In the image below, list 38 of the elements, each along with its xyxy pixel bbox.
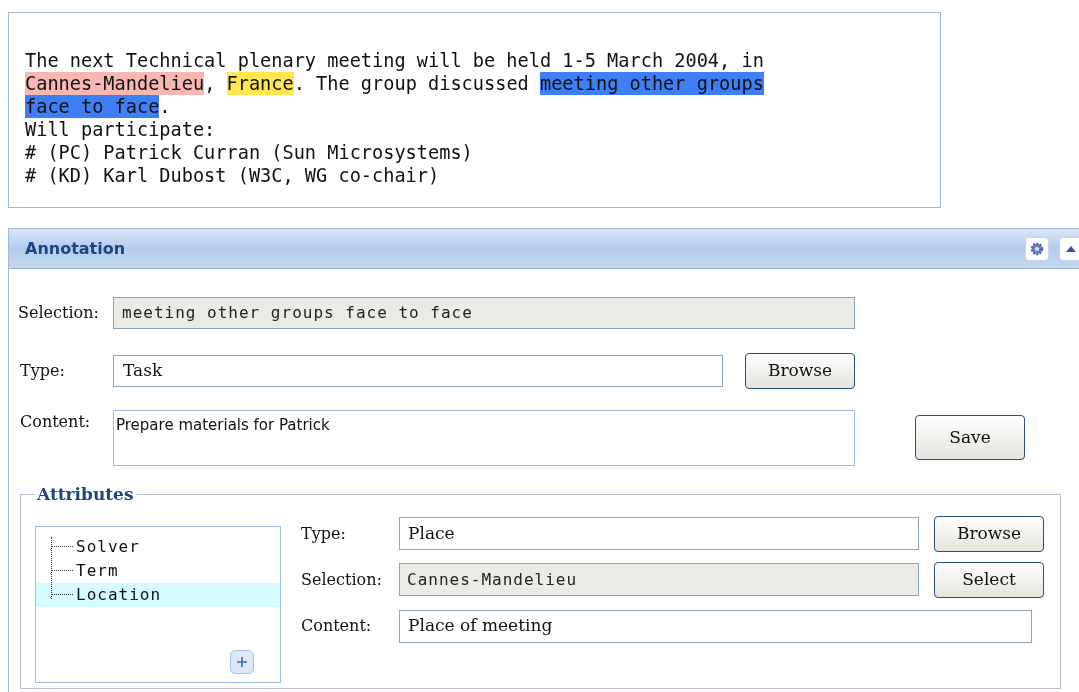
tree-item-label: Solver bbox=[76, 535, 140, 558]
collapse-icon[interactable] bbox=[1059, 236, 1079, 261]
tree-item[interactable]: Term bbox=[36, 558, 280, 583]
highlighted-text: meeting other groups bbox=[539, 72, 764, 95]
document-text: Will participate: bbox=[25, 118, 216, 141]
document-text: . The group discussed bbox=[293, 72, 530, 95]
group-title: Attributes bbox=[36, 483, 135, 506]
highlighted-text: Cannes-Mandelieu bbox=[25, 72, 205, 95]
document-text: # (KD) Karl Dubost (W3C, WG co-chair) bbox=[25, 164, 440, 187]
document-text: # (PC) Patrick Curran (Sun Microsystems) bbox=[25, 141, 473, 164]
field-label: Content: bbox=[19, 411, 92, 433]
field-label: Content: bbox=[301, 615, 373, 637]
tree-item-label: Location bbox=[76, 583, 162, 606]
type-field[interactable]: Task bbox=[113, 355, 723, 387]
browse-button[interactable]: Browse bbox=[745, 353, 855, 389]
highlighted-text: France bbox=[226, 72, 294, 95]
tree-item[interactable]: Location bbox=[36, 582, 280, 607]
selection-field: meeting other groups face to face bbox=[113, 297, 855, 329]
tree-item[interactable]: Solver bbox=[36, 534, 280, 559]
field-label: Type: bbox=[19, 360, 66, 382]
settings-icon[interactable] bbox=[1025, 236, 1049, 261]
field-label: Selection: bbox=[17, 302, 100, 324]
content-field[interactable]: Prepare materials for Patrick bbox=[113, 410, 855, 466]
field-label: Selection: bbox=[301, 568, 383, 591]
tree-item-label: Term bbox=[76, 559, 119, 582]
add-icon[interactable] bbox=[230, 649, 254, 674]
content-field[interactable]: Place of meeting bbox=[399, 609, 1032, 643]
field-label: Type: bbox=[301, 522, 347, 545]
highlighted-text: face to face bbox=[25, 95, 160, 118]
document-text: , bbox=[204, 72, 217, 95]
selection-field: Cannes-Mandelieu bbox=[399, 563, 919, 596]
browse-button[interactable]: Browse bbox=[934, 515, 1044, 552]
select-button[interactable]: Select bbox=[934, 561, 1044, 598]
document-text: . bbox=[159, 95, 171, 118]
panel-title: Annotation bbox=[25, 237, 126, 260]
document-text: The next Technical plenary meeting will be held 1-5 March 2004, in bbox=[25, 49, 764, 72]
save-button[interactable]: Save bbox=[915, 415, 1025, 460]
type-field[interactable]: Place bbox=[399, 517, 919, 550]
